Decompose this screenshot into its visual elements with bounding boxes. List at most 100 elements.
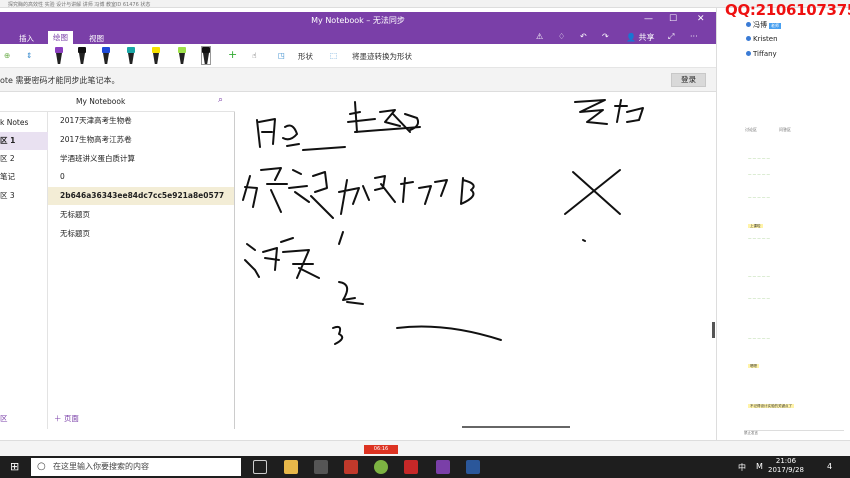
taskbar: ⊞ ○ 在这里输入你要搜索的内容 中 M 21:06 2017/9/28 4: [0, 456, 850, 478]
page-item[interactable]: 2017天津高考生物卷: [48, 112, 234, 130]
chat-meta: — — — — —: [748, 236, 770, 240]
recording-indicator[interactable]: 06:16: [364, 445, 398, 454]
onenote-icon[interactable]: [436, 460, 450, 474]
word-icon[interactable]: [466, 460, 480, 474]
pen-selected-black[interactable]: [201, 46, 211, 65]
pen-blue[interactable]: [102, 47, 110, 64]
search-icon[interactable]: ⌕: [218, 95, 223, 105]
handwriting-ink: [242, 99, 644, 345]
notebook-name[interactable]: My Notebook: [76, 97, 125, 106]
user-item[interactable]: Kristen: [746, 35, 778, 43]
section-item[interactable]: 笔记: [0, 168, 48, 186]
chat-meta: — — — — —: [748, 296, 770, 300]
pen-black[interactable]: [78, 47, 86, 64]
vertical-scrollbar[interactable]: [712, 322, 715, 338]
file-explorer-icon[interactable]: [284, 460, 298, 474]
warning-icon[interactable]: ⚠: [536, 32, 543, 41]
ime-mode[interactable]: M: [756, 462, 763, 471]
horizontal-scrollbar[interactable]: [462, 426, 570, 428]
section-list: k Notes 区 1 区 2 笔记 区 3: [0, 112, 48, 429]
section-item[interactable]: 区 3: [0, 187, 48, 205]
clock-time: 21:06: [775, 457, 797, 465]
page-item[interactable]: 学酒班讲义蛋白质计算: [48, 150, 234, 168]
user-item[interactable]: Tiffany: [746, 50, 777, 58]
ink-to-shape-label[interactable]: 将墨迹转换为形状: [352, 51, 412, 62]
sync-bar: ote 需要密码才能同步此笔记本。 登录: [0, 68, 716, 92]
chat-meta: — — — — —: [748, 156, 770, 160]
share-label: 共享: [638, 33, 655, 42]
user-name: Tiffany: [753, 50, 777, 58]
window-title: My Notebook – 无法同步: [311, 16, 405, 25]
store-icon[interactable]: [314, 460, 328, 474]
tab-draw[interactable]: 绘图: [48, 31, 73, 44]
shapes-label[interactable]: 形状: [298, 51, 313, 62]
add-page-button[interactable]: ＋ 页面: [54, 413, 79, 424]
page-list: 2017天津高考生物卷 2017生物高考江苏卷 学酒班讲义蛋白质计算 0 2b6…: [48, 112, 235, 429]
highlighter-green[interactable]: [178, 47, 186, 64]
chat-meta: — — — — —: [748, 274, 770, 278]
redo-icon[interactable]: ↷: [602, 32, 609, 41]
user-icon: [746, 51, 751, 56]
undo-icon[interactable]: ↶: [580, 32, 587, 41]
lightbulb-icon[interactable]: ♢: [558, 32, 565, 41]
section-item[interactable]: 区 1: [0, 132, 48, 150]
app-icon[interactable]: [374, 460, 388, 474]
tab-discussion[interactable]: 讨论区: [745, 127, 757, 132]
page-item[interactable]: 无标题页: [48, 206, 234, 224]
add-pen-icon[interactable]: +: [228, 48, 237, 61]
host-info: 探究酶的高效性 实验 设计与讲解 讲师 冯博 教室ID 61476 状态: [8, 2, 151, 8]
user-item[interactable]: 冯博 老师: [746, 20, 781, 30]
share-button[interactable]: 👤 共享: [626, 32, 655, 43]
sync-message: ote 需要密码才能同步此笔记本。: [0, 76, 120, 85]
page-item[interactable]: 无标题页: [48, 225, 234, 243]
notebook-header: My Notebook ⌕: [0, 92, 235, 112]
add-section-button[interactable]: 区: [0, 413, 8, 424]
task-view-icon[interactable]: [253, 460, 267, 474]
lasso-icon[interactable]: ⊕: [4, 51, 10, 60]
chat-meta: — — — — —: [748, 336, 770, 340]
login-button[interactable]: 登录: [671, 73, 706, 87]
more-icon[interactable]: ···: [690, 32, 698, 41]
chat-meta: — — — — —: [748, 195, 770, 199]
clock[interactable]: 21:06 2017/9/28: [768, 457, 804, 475]
page-item[interactable]: 0: [48, 168, 234, 186]
app-icon[interactable]: [344, 460, 358, 474]
minimize-icon[interactable]: —: [644, 14, 653, 24]
tab-qa[interactable]: 问答区: [779, 127, 791, 132]
close-icon[interactable]: ✕: [697, 14, 705, 24]
pen-teal[interactable]: [127, 47, 135, 64]
user-name: 冯博: [753, 21, 767, 29]
pen-purple[interactable]: [55, 47, 63, 64]
taskbar-search-input[interactable]: ○ 在这里输入你要搜索的内容: [31, 458, 241, 476]
ribbon-tabs: 插入 绘图 视图 ⚠ ♢ ↶ ↷ 👤 共享 ⤢ ···: [0, 30, 716, 44]
ink-to-shape-icon[interactable]: ⬚: [330, 51, 337, 60]
clock-date: 2017/9/28: [768, 466, 804, 474]
note-canvas[interactable]: [235, 92, 716, 429]
section-item[interactable]: 区 2: [0, 150, 48, 168]
chat-message: 上课啦: [748, 224, 763, 228]
notification-count[interactable]: 4: [827, 462, 832, 471]
chat-message: 不记得设计实验的关键点了: [748, 404, 794, 408]
fullscreen-icon[interactable]: ⤢: [668, 32, 674, 42]
chat-panel: [716, 8, 850, 448]
teacher-badge: 老师: [769, 23, 781, 29]
maximize-icon[interactable]: ☐: [669, 14, 677, 24]
highlighter-yellow[interactable]: [152, 47, 160, 64]
shapes-icon[interactable]: ◳: [278, 51, 285, 60]
cortana-icon: ○: [37, 461, 46, 472]
chat-meta: — — — — —: [748, 172, 770, 176]
ime-lang[interactable]: 中: [738, 462, 746, 473]
page-item[interactable]: 2017生物高考江苏卷: [48, 131, 234, 149]
user-icon: [746, 22, 751, 27]
insert-space-icon[interactable]: ⇕: [26, 51, 32, 60]
qq-watermark: QQ:2106107375: [725, 1, 850, 19]
app-icon[interactable]: [404, 460, 418, 474]
user-name: Kristen: [753, 35, 778, 43]
touch-draw-icon[interactable]: ☝: [252, 51, 257, 60]
user-icon: [746, 36, 751, 41]
page-item[interactable]: 2b646a36343ee84dc7cc5e921a8e0577: [48, 187, 234, 205]
chat-message: 嗯嗯: [748, 364, 759, 368]
windows-start-icon[interactable]: ⊞: [10, 460, 19, 473]
draw-toolbar: ⊕ ⇕ + ☝ ◳ 形状 ⬚ 将墨迹转换为形状: [0, 44, 716, 68]
section-item[interactable]: k Notes: [0, 114, 48, 132]
